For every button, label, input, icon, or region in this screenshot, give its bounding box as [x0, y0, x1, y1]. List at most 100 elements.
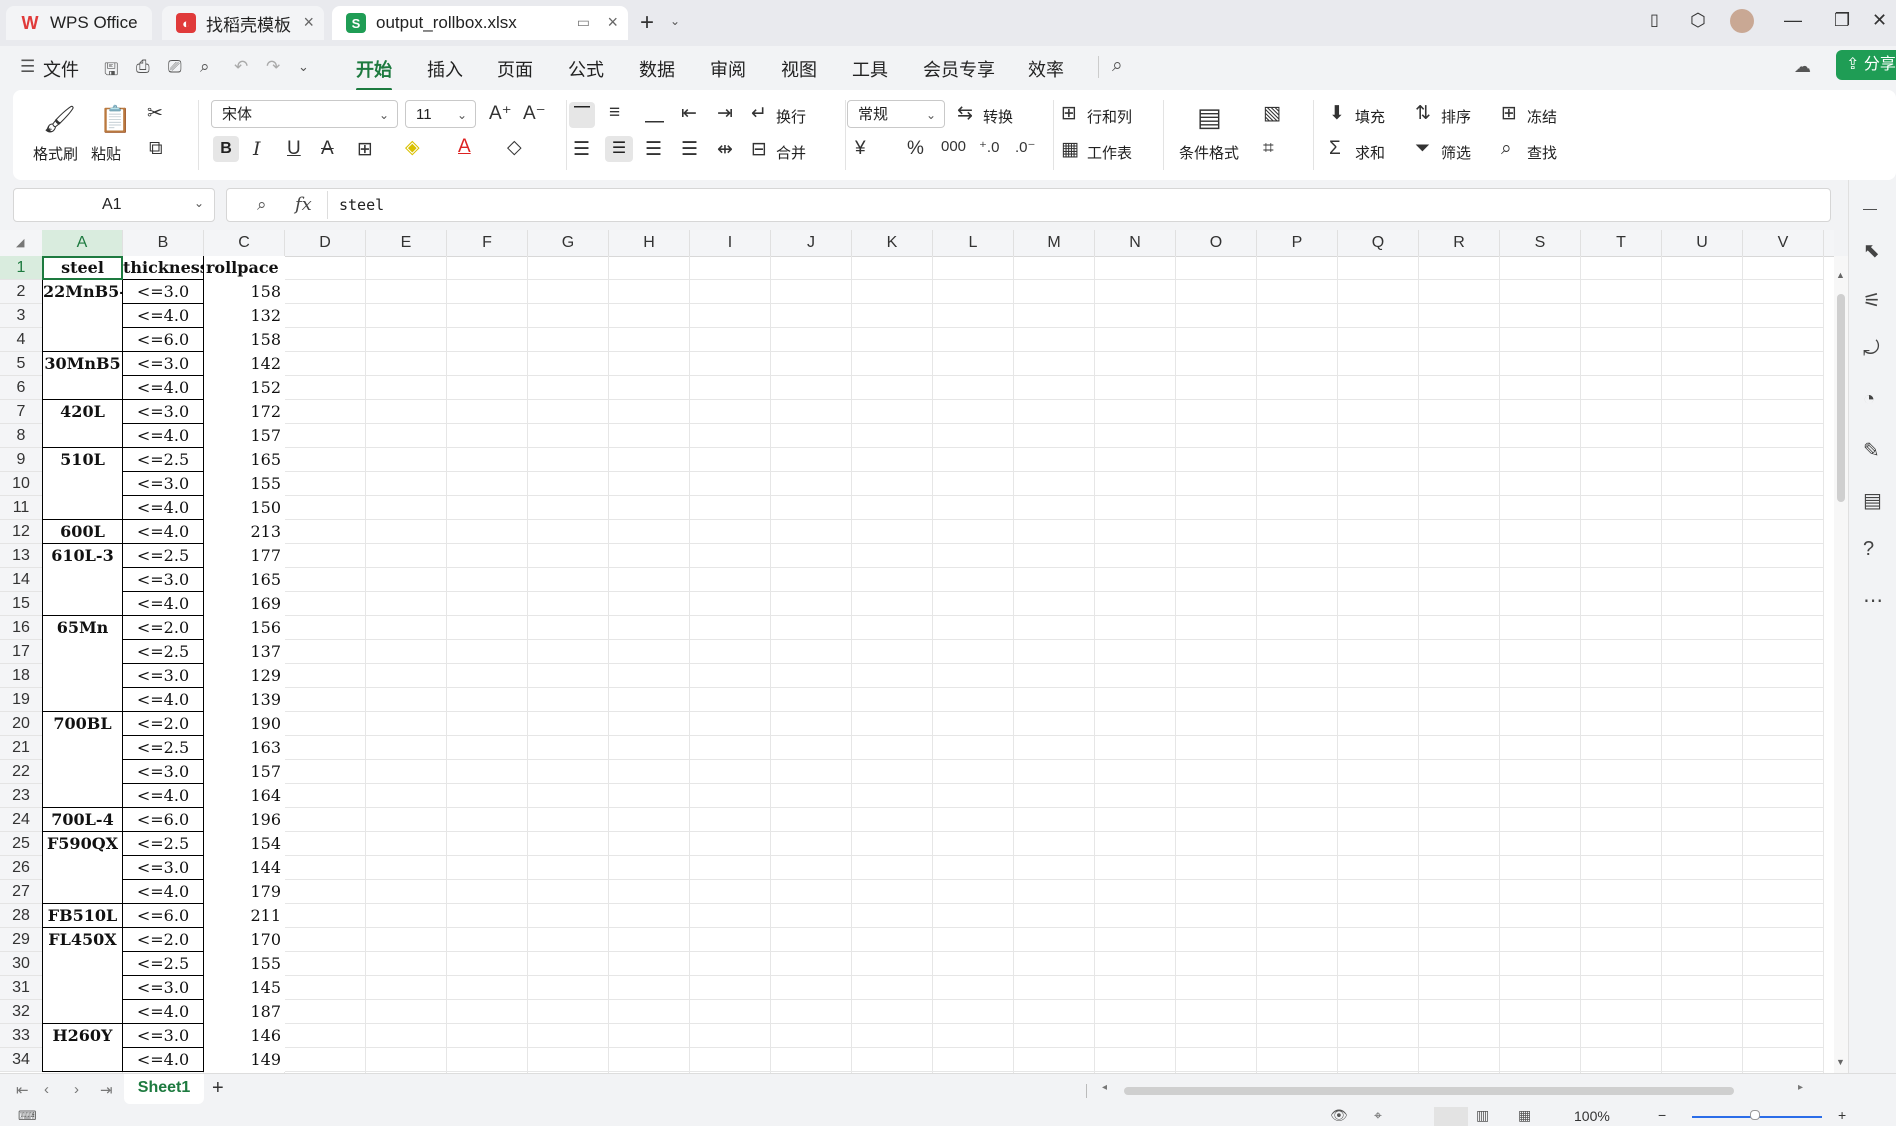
- cell-b1[interactable]: thickness: [123, 256, 204, 280]
- rollpace-cell[interactable]: 132: [204, 304, 285, 328]
- thickness-cell[interactable]: <=4.0: [123, 1000, 204, 1024]
- next-sheet-icon[interactable]: ›: [74, 1081, 79, 1098]
- export-icon[interactable]: ⎙: [136, 57, 150, 77]
- thickness-cell[interactable]: <=4.0: [123, 784, 204, 808]
- merged-steel-cell[interactable]: 510L: [42, 448, 123, 520]
- row-header[interactable]: 17: [0, 640, 42, 664]
- thickness-cell[interactable]: <=2.5: [123, 952, 204, 976]
- row-header[interactable]: 29: [0, 928, 42, 952]
- select-cursor-icon[interactable]: ⬉: [1863, 238, 1880, 263]
- thickness-cell[interactable]: <=6.0: [123, 808, 204, 832]
- rollpace-cell[interactable]: 196: [204, 808, 285, 832]
- fill-icon[interactable]: ⬇: [1329, 102, 1345, 125]
- tab-member[interactable]: 会员专享: [923, 56, 995, 82]
- align-top-button[interactable]: ⎺: [569, 102, 595, 128]
- decrease-font-icon[interactable]: A⁻: [523, 102, 546, 125]
- thickness-cell[interactable]: <=3.0: [123, 400, 204, 424]
- normal-view-button[interactable]: [1434, 1107, 1468, 1126]
- italic-button[interactable]: I: [253, 138, 261, 160]
- column-header-g[interactable]: G: [528, 230, 609, 256]
- row-header[interactable]: 22: [0, 760, 42, 784]
- merged-steel-cell[interactable]: 610L-3: [42, 544, 123, 616]
- thickness-cell[interactable]: <=4.0: [123, 880, 204, 904]
- merged-steel-cell[interactable]: 700BL: [42, 712, 123, 808]
- rollpace-cell[interactable]: 139: [204, 688, 285, 712]
- save-icon[interactable]: 🖫: [104, 57, 118, 86]
- tab-template[interactable]: ◐ 找稻壳模板 ×: [162, 6, 324, 40]
- row-header[interactable]: 30: [0, 952, 42, 976]
- column-header-o[interactable]: O: [1176, 230, 1257, 256]
- thickness-cell[interactable]: <=4.0: [123, 592, 204, 616]
- row-col-icon[interactable]: ⊞: [1061, 102, 1077, 125]
- row-header[interactable]: 9: [0, 448, 42, 472]
- collapse-icon[interactable]: —: [1863, 200, 1877, 216]
- undo-icon[interactable]: ↶: [234, 57, 248, 77]
- rollpace-cell[interactable]: 177: [204, 544, 285, 568]
- decrease-indent-icon[interactable]: ⇤: [681, 102, 697, 125]
- merged-steel-cell[interactable]: 420L: [42, 400, 123, 448]
- thickness-cell[interactable]: <=4.0: [123, 688, 204, 712]
- new-tab-button[interactable]: +: [640, 9, 654, 37]
- chevron-down-icon[interactable]: ⌄: [298, 59, 309, 75]
- rollpace-cell[interactable]: 150: [204, 496, 285, 520]
- merged-steel-cell[interactable]: 30MnB5: [42, 352, 123, 400]
- rollpace-cell[interactable]: 165: [204, 568, 285, 592]
- thousands-icon[interactable]: 000: [941, 138, 966, 155]
- first-sheet-icon[interactable]: ⇤: [16, 1081, 29, 1099]
- thickness-cell[interactable]: <=2.5: [123, 448, 204, 472]
- row-header[interactable]: 15: [0, 592, 42, 616]
- row-header[interactable]: 3: [0, 304, 42, 328]
- currency-button[interactable]: ¥: [855, 138, 866, 160]
- column-header-t[interactable]: T: [1581, 230, 1662, 256]
- zoom-out-icon[interactable]: −: [1658, 1107, 1666, 1123]
- tools-icon[interactable]: ✎: [1863, 438, 1880, 463]
- freeze-icon[interactable]: ⊞: [1501, 102, 1517, 125]
- rollpace-cell[interactable]: 149: [204, 1048, 285, 1072]
- percent-button[interactable]: %: [907, 138, 924, 160]
- paste-icon[interactable]: 📋: [99, 104, 131, 135]
- vertical-scrollbar[interactable]: ▲ ▼: [1834, 256, 1848, 1073]
- align-center-button[interactable]: ☰: [605, 136, 633, 162]
- row-header[interactable]: 21: [0, 736, 42, 760]
- row-header[interactable]: 25: [0, 832, 42, 856]
- crop-icon[interactable]: ⌗: [1263, 138, 1274, 160]
- merge-icon[interactable]: ⊟: [751, 138, 767, 161]
- paste-button[interactable]: 粘贴: [91, 143, 121, 164]
- copy-icon[interactable]: ⧉: [149, 138, 163, 160]
- rollpace-cell[interactable]: 169: [204, 592, 285, 616]
- thickness-cell[interactable]: <=6.0: [123, 328, 204, 352]
- rollpace-cell[interactable]: 157: [204, 424, 285, 448]
- eye-icon[interactable]: 👁: [1330, 1107, 1348, 1124]
- fx-icon[interactable]: fx: [295, 194, 312, 215]
- zoom-formula-icon[interactable]: ⌕: [257, 195, 267, 215]
- distributed-icon[interactable]: ⇹: [717, 138, 733, 161]
- rollpace-cell[interactable]: 158: [204, 328, 285, 352]
- column-header-d[interactable]: D: [285, 230, 366, 256]
- column-header-b[interactable]: B: [123, 230, 204, 256]
- rollpace-cell[interactable]: 157: [204, 760, 285, 784]
- sum-button[interactable]: 求和: [1355, 142, 1385, 163]
- column-header-s[interactable]: S: [1500, 230, 1581, 256]
- thickness-cell[interactable]: <=2.0: [123, 928, 204, 952]
- thickness-cell[interactable]: <=2.5: [123, 736, 204, 760]
- row-col-button[interactable]: 行和列: [1087, 106, 1132, 127]
- align-right-icon[interactable]: ☰: [645, 138, 662, 161]
- rollpace-cell[interactable]: 129: [204, 664, 285, 688]
- column-header-n[interactable]: N: [1095, 230, 1176, 256]
- horizontal-scrollbar-thumb[interactable]: [1124, 1087, 1734, 1095]
- conditional-format-icon[interactable]: ▤: [1197, 102, 1222, 133]
- column-header-q[interactable]: Q: [1338, 230, 1419, 256]
- column-header-k[interactable]: K: [852, 230, 933, 256]
- conditional-format-button[interactable]: 条件格式: [1179, 142, 1239, 163]
- decrease-decimal-icon[interactable]: .0⁻: [1015, 138, 1035, 156]
- select-all-icon[interactable]: ◢: [16, 236, 24, 249]
- rollpace-cell[interactable]: 142: [204, 352, 285, 376]
- row-header[interactable]: 11: [0, 496, 42, 520]
- row-header[interactable]: 24: [0, 808, 42, 832]
- page-break-icon[interactable]: ▦: [1518, 1107, 1531, 1124]
- tab-wps-office[interactable]: W WPS Office: [6, 6, 152, 40]
- hamburger-icon[interactable]: ☰: [20, 57, 35, 77]
- filter-button[interactable]: 筛选: [1441, 142, 1471, 163]
- cube-icon[interactable]: ⬡: [1690, 10, 1706, 31]
- thickness-cell[interactable]: <=2.5: [123, 544, 204, 568]
